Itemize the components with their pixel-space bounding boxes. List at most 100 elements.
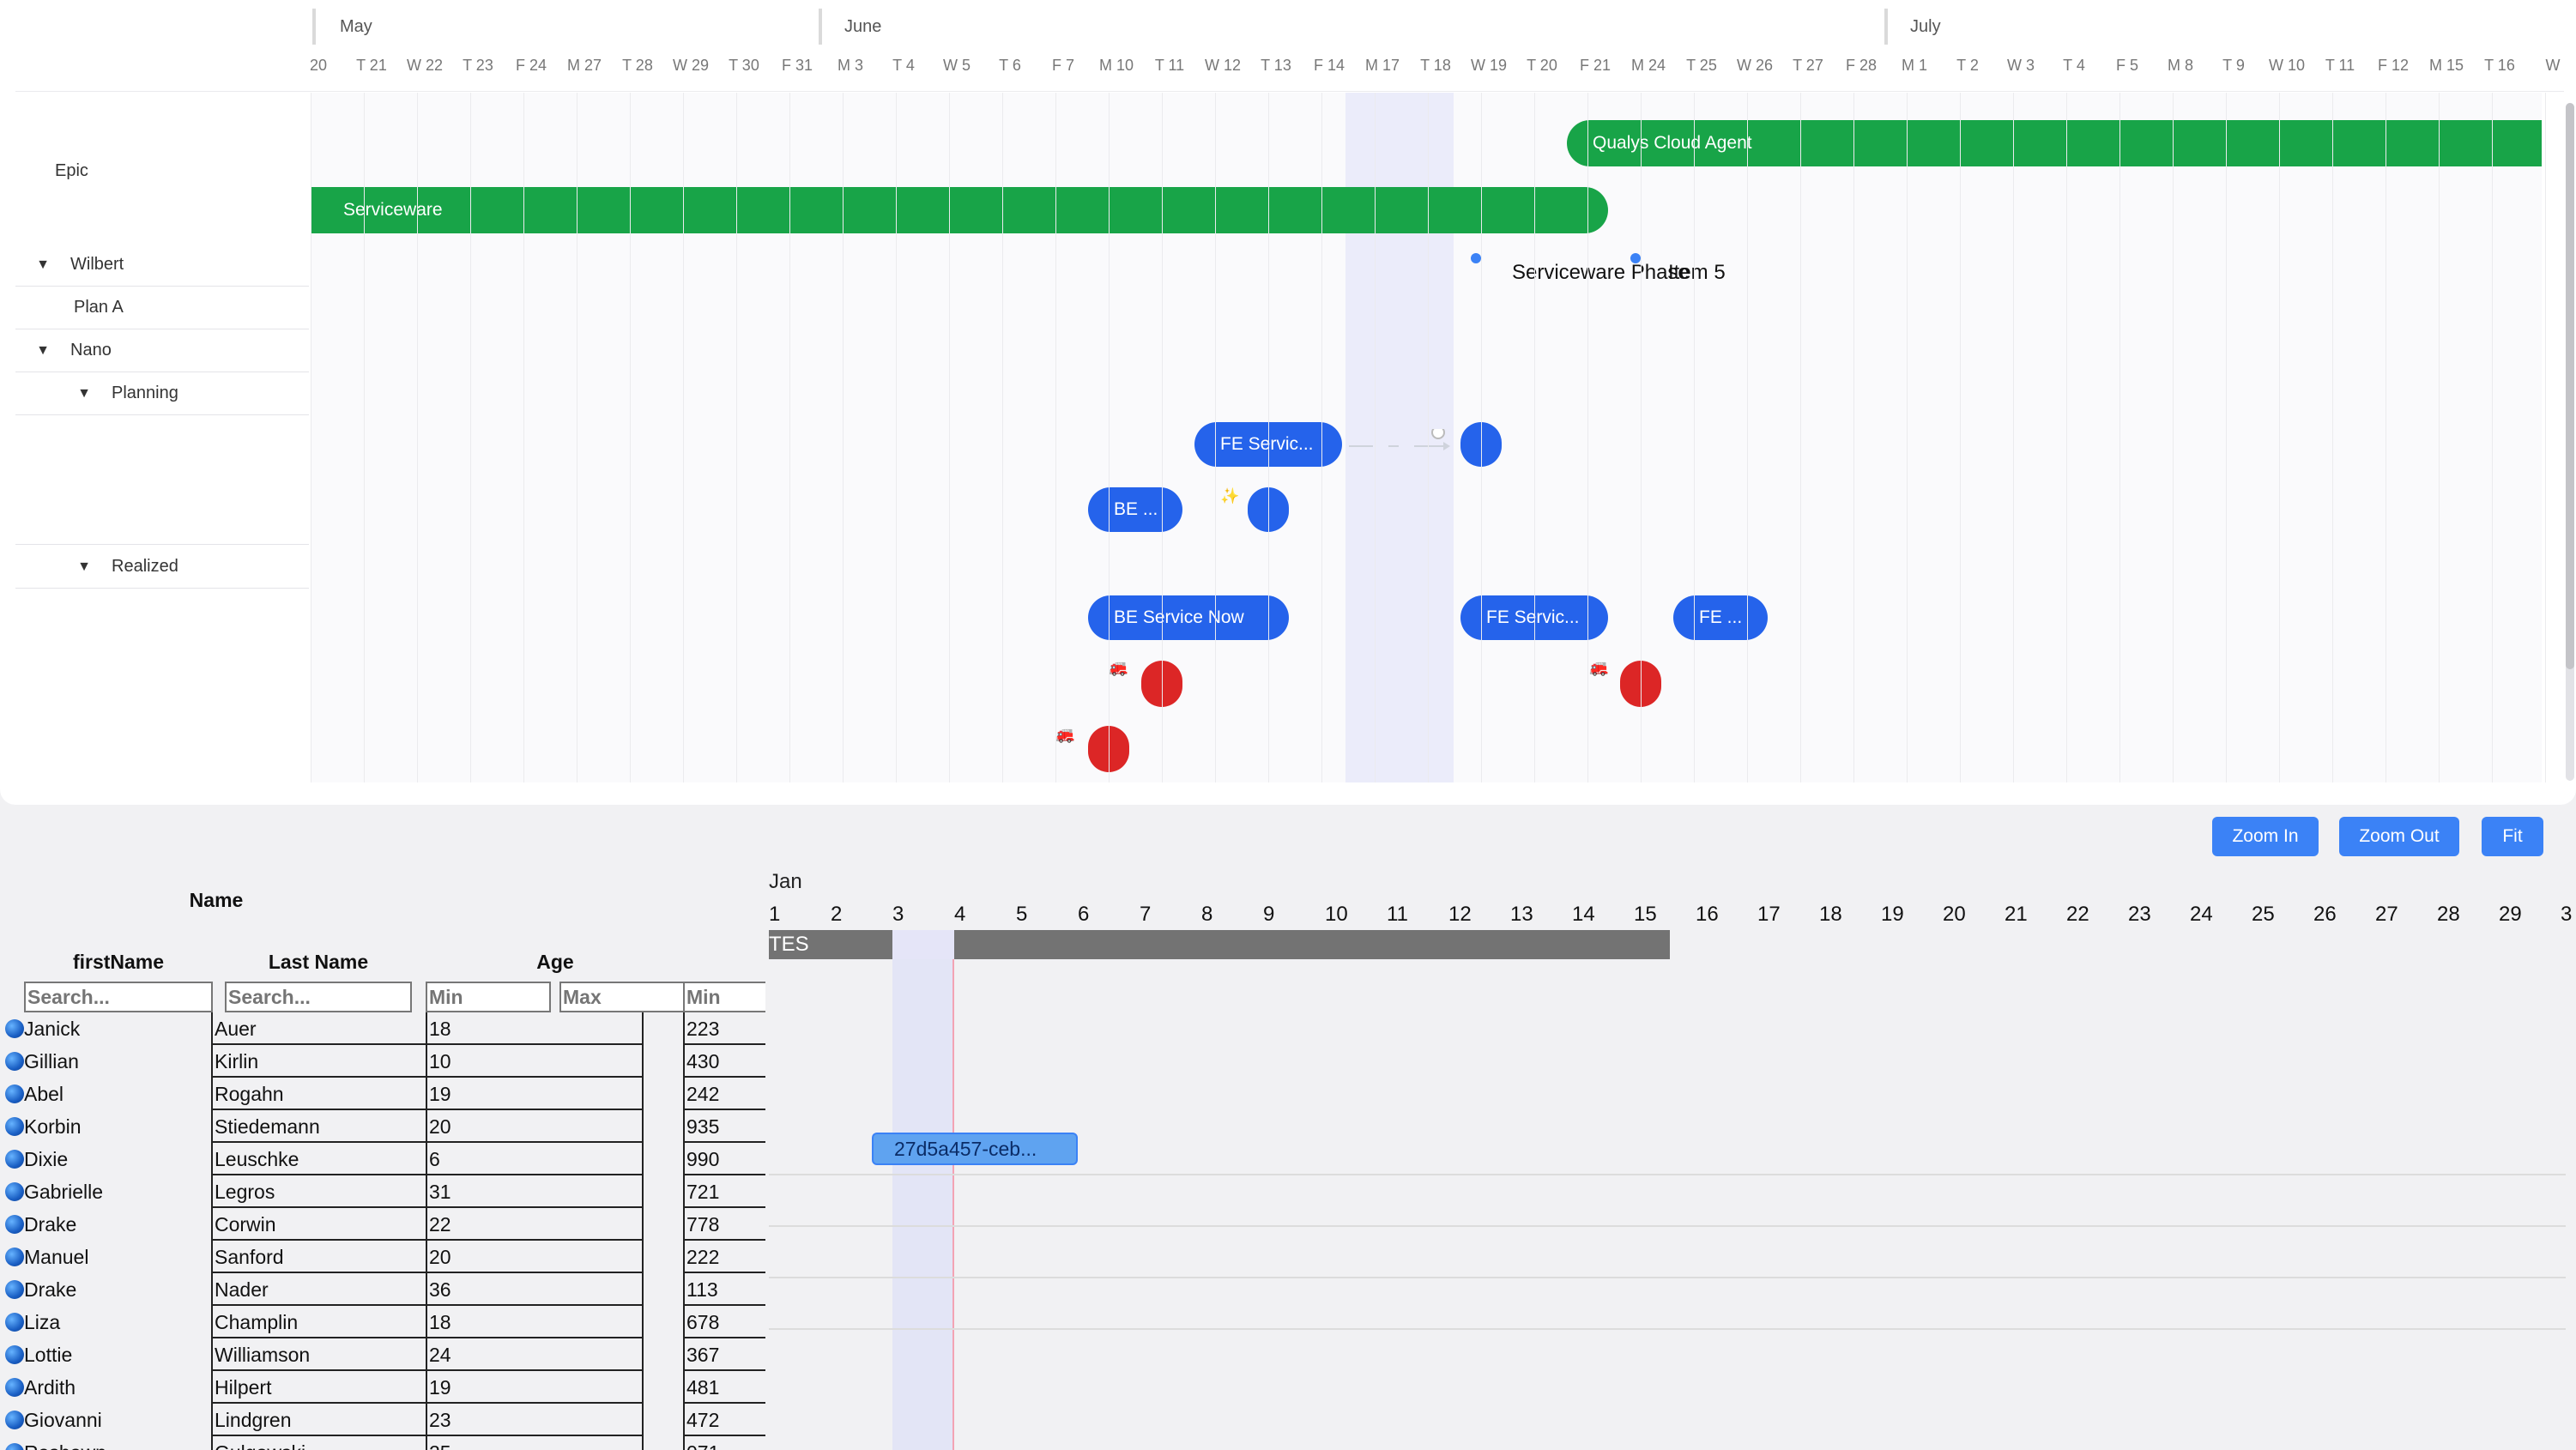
globe-icon — [5, 1411, 24, 1429]
day-label: F 28 — [1845, 57, 1878, 74]
cell-lastname: Kirlin — [211, 1045, 427, 1078]
tree-label-wilbert: Wilbert — [70, 255, 124, 274]
gantt-day-number: 23 — [2128, 903, 2151, 926]
zoom-in-button[interactable]: Zoom In — [2212, 817, 2319, 856]
tree-row-plan-a[interactable]: Plan A — [15, 287, 309, 329]
gantt-day-number: 1 — [769, 903, 781, 926]
day-label: T 2 — [1956, 57, 1979, 74]
dependency-arrow — [1349, 429, 1450, 450]
tree-row-nano[interactable]: ▼ Nano — [15, 329, 309, 372]
globe-icon — [5, 1150, 24, 1169]
tree-label-epic: Epic — [55, 160, 88, 180]
fit-button[interactable]: Fit — [2482, 817, 2543, 856]
grid-line — [1747, 93, 1748, 782]
cell-firstname: Gabrielle — [24, 1181, 104, 1203]
task-bar-be-service-now[interactable]: BE Service Now — [1088, 595, 1289, 640]
grid-line — [1268, 93, 1269, 782]
bar-label: Qualys Cloud Agent — [1593, 133, 1752, 153]
tree-row-wilbert[interactable]: ▼ Wilbert — [15, 244, 309, 287]
cell-extra: 778 — [683, 1208, 765, 1241]
lastname-search-input[interactable] — [225, 982, 412, 1012]
cell-firstname: Ardith — [24, 1376, 76, 1399]
day-label: M 24 — [1630, 57, 1666, 74]
firstname-search-input[interactable] — [24, 982, 213, 1012]
extra-min-input[interactable] — [683, 982, 765, 1012]
cell-firstname: Manuel — [24, 1246, 89, 1268]
day-label: F 14 — [1313, 57, 1345, 74]
column-divider — [642, 1012, 644, 1045]
day-label: W 5 — [942, 57, 971, 74]
cell-firstname: Lottie — [24, 1344, 73, 1366]
grid-line — [1587, 93, 1588, 782]
column-divider — [642, 1045, 644, 1078]
column-divider — [642, 1143, 644, 1175]
cell-extra: 721 — [683, 1175, 765, 1208]
grid-line — [1853, 93, 1854, 782]
grid-line — [2279, 93, 2280, 782]
milestone-marker[interactable] — [1471, 253, 1481, 263]
today-column-highlight — [892, 930, 954, 1450]
cell-extra: 472 — [683, 1404, 765, 1436]
scrollbar-thumb[interactable] — [2566, 103, 2574, 669]
gantt-day-number: 16 — [1696, 903, 1719, 926]
column-divider — [642, 1110, 644, 1143]
column-divider — [642, 1436, 644, 1450]
tree-row-epic[interactable]: Epic — [15, 149, 309, 192]
age-max-input[interactable] — [559, 982, 685, 1012]
day-label: T 27 — [1793, 57, 1823, 74]
tree-row-planning[interactable]: ▼ Planning — [15, 372, 309, 415]
cell-age: 20 — [426, 1241, 642, 1273]
cell-extra: 242 — [683, 1078, 765, 1110]
collapse-toggle-icon[interactable]: ▼ — [33, 343, 53, 359]
gantt-day-number: 10 — [1325, 903, 1348, 926]
grid-line — [1534, 93, 1535, 782]
zoom-out-button[interactable]: Zoom Out — [2339, 817, 2459, 856]
grid-line — [896, 93, 897, 782]
gantt-day-number: 3 — [892, 903, 904, 926]
column-header-age[interactable]: Age — [426, 951, 685, 974]
grid-line — [1800, 93, 1801, 782]
gantt-day-number: 22 — [2066, 903, 2089, 926]
task-bar-label: 27d5a457-ceb... — [894, 1138, 1037, 1160]
grid-line — [364, 93, 365, 782]
cell-age: 19 — [426, 1078, 642, 1110]
gantt-day-number: 3 — [2561, 903, 2573, 926]
gantt-day-number: 13 — [1510, 903, 1533, 926]
epic-bar-serviceware[interactable]: Serviceware — [311, 187, 1608, 233]
age-min-input[interactable] — [426, 982, 551, 1012]
task-bar-fe-short[interactable]: FE ... — [1673, 595, 1768, 640]
cell-age: 24 — [426, 1338, 642, 1371]
cell-firstname: Janick — [24, 1018, 81, 1040]
grid-line — [1907, 93, 1908, 782]
summary-bar-today-overlay — [892, 930, 954, 959]
collapse-toggle-icon[interactable]: ▼ — [33, 257, 53, 273]
column-divider — [642, 1208, 644, 1241]
globe-icon — [5, 1280, 24, 1299]
gantt-day-number: 12 — [1448, 903, 1472, 926]
gantt-day-number: 26 — [2313, 903, 2337, 926]
day-label: T 23 — [463, 57, 493, 74]
column-header-firstname[interactable]: firstName — [24, 951, 213, 974]
gantt-day-number: 14 — [1572, 903, 1595, 926]
cell-firstname: Gillian — [24, 1050, 79, 1072]
grid-line — [2439, 93, 2440, 782]
task-bar-be-short[interactable]: BE ... — [1088, 487, 1182, 532]
cell-age: 10 — [426, 1045, 642, 1078]
today-line — [952, 930, 954, 1450]
cell-lastname: Legros — [211, 1175, 427, 1208]
collapse-toggle-icon[interactable]: ▼ — [74, 559, 94, 575]
cell-age: 36 — [426, 1273, 642, 1306]
collapse-toggle-icon[interactable]: ▼ — [74, 386, 94, 402]
day-label: T 25 — [1686, 57, 1717, 74]
column-header-lastname[interactable]: Last Name — [211, 951, 426, 974]
tree-label-nano: Nano — [70, 341, 112, 359]
cell-lastname: Lindgren — [211, 1404, 427, 1436]
gantt-task-bar[interactable]: 27d5a457-ceb... — [872, 1133, 1078, 1165]
day-label: T 4 — [892, 57, 915, 74]
epic-bar-qualys[interactable]: Qualys Cloud Agent — [1567, 120, 2542, 166]
day-label: F 12 — [2377, 57, 2410, 74]
gantt-day-number: 19 — [1881, 903, 1904, 926]
tree-row-realized[interactable]: ▼ Realized — [15, 546, 309, 589]
gantt-row-divider — [769, 1225, 2566, 1227]
gantt-day-number: 25 — [2252, 903, 2275, 926]
